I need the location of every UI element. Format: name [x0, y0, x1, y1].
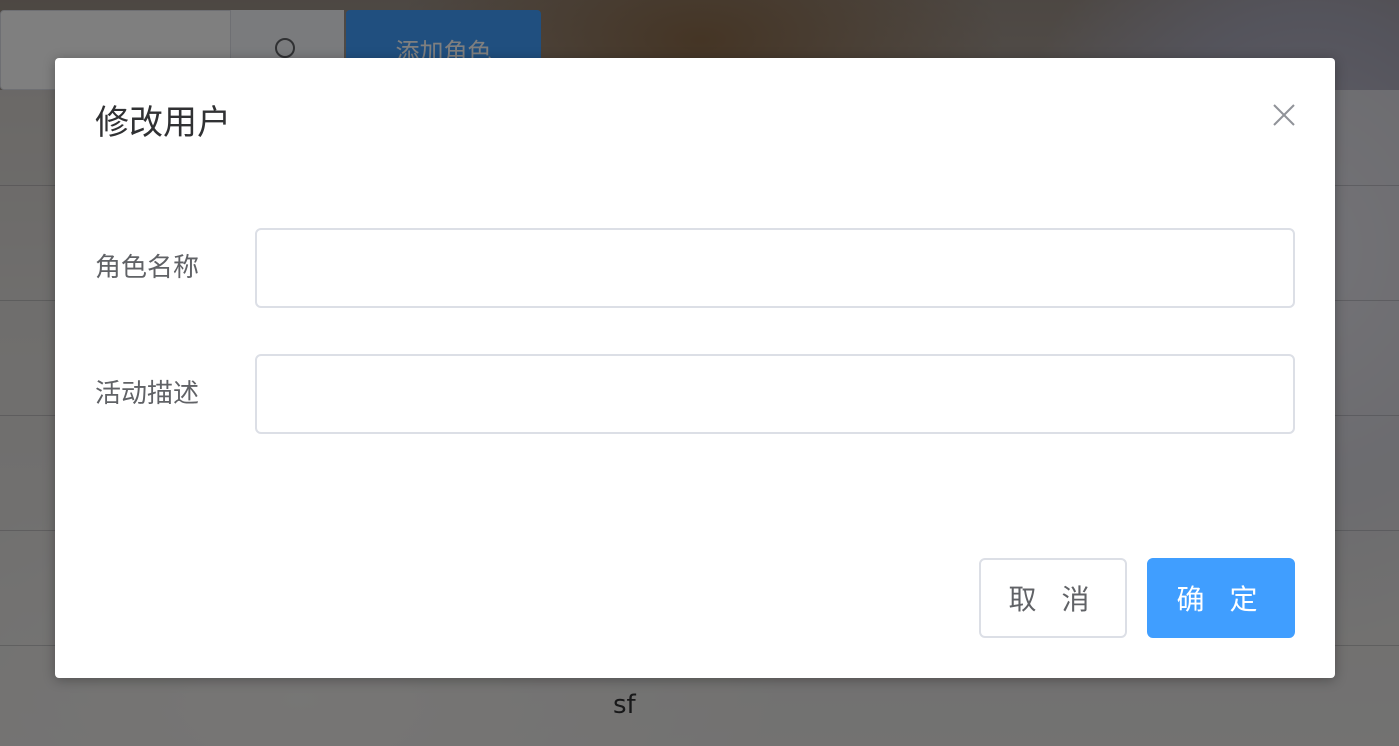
- role-name-input[interactable]: [255, 228, 1295, 308]
- close-icon: [1273, 104, 1295, 126]
- cancel-label: 取 消: [1008, 583, 1098, 616]
- close-button[interactable]: [1269, 100, 1299, 130]
- edit-user-dialog: 修改用户 角色名称 活动描述 取 消 确 定: [55, 58, 1335, 678]
- cancel-button[interactable]: 取 消: [979, 558, 1127, 638]
- activity-description-label: 活动描述: [95, 379, 200, 409]
- dialog-title: 修改用户: [95, 103, 231, 143]
- role-name-label: 角色名称: [95, 253, 200, 283]
- confirm-label: 确 定: [1176, 583, 1266, 616]
- activity-description-input[interactable]: [255, 354, 1295, 434]
- confirm-button[interactable]: 确 定: [1147, 558, 1295, 638]
